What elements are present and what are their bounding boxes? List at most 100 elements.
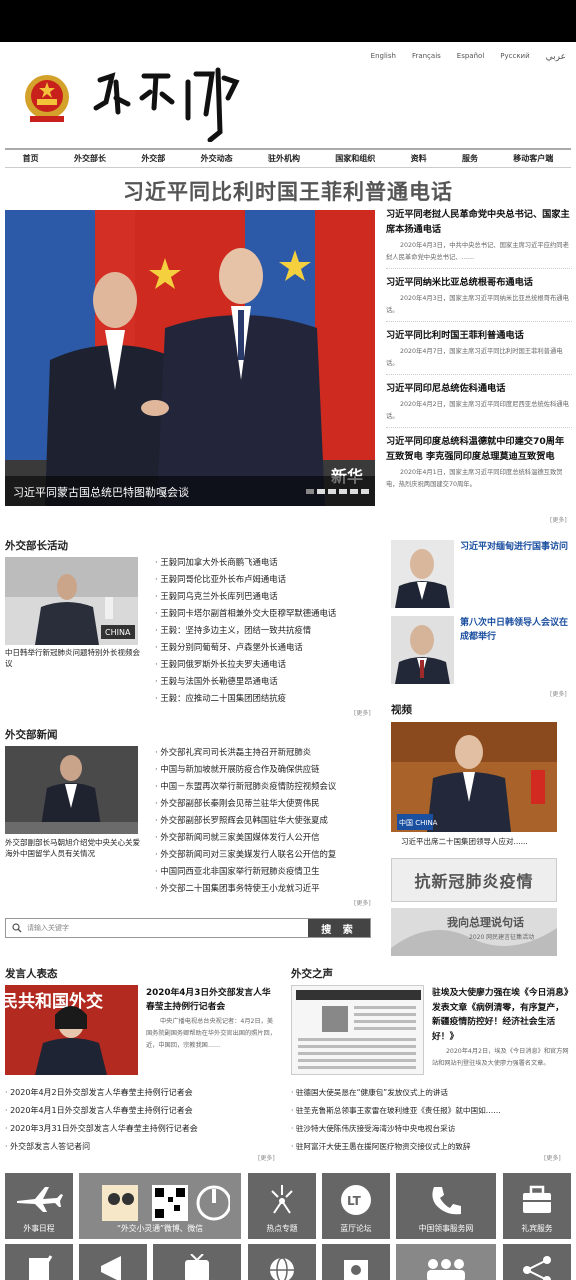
list-item[interactable]: 外交部副部长罗照辉会见韩国驻华大使张夏成: [155, 812, 380, 829]
top-news-item[interactable]: 习近平同纳米比亚总统根哥布通电话 2020年4月3日，国家主席习近平同纳米比亚总…: [386, 275, 572, 322]
features-more-link[interactable]: [更多]: [550, 689, 567, 698]
list-item[interactable]: 2020年4月2日外交部发言人华春莹主持例行记者会: [5, 1084, 275, 1102]
lang-french[interactable]: Français: [412, 52, 441, 62]
tile-hot-topics[interactable]: 热点专题: [248, 1173, 316, 1239]
tile-weibo-wechat[interactable]: “外交小灵通”微博、微信: [79, 1173, 241, 1239]
voice-newspaper-photo[interactable]: [291, 985, 424, 1075]
sparkle-icon: [271, 1185, 293, 1214]
minister-photo[interactable]: CHINA: [5, 557, 138, 645]
list-item[interactable]: 2020年3月31日外交部发言人华春莹主持例行记者会: [5, 1120, 275, 1138]
minister-more-link[interactable]: [更多]: [354, 708, 371, 717]
video-thumbnail[interactable]: 中国 CHINA: [391, 722, 557, 832]
list-item[interactable]: 中国与新加坡就开展防疫合作及确保供应链: [155, 761, 380, 778]
list-item[interactable]: 王毅同哥伦比亚外长布卢姆通电话: [155, 571, 380, 588]
list-item[interactable]: 王毅同加拿大外长商鹏飞通电话: [155, 554, 380, 571]
tile-consular-service[interactable]: 中国领事服务网: [396, 1173, 496, 1239]
premier-banner[interactable]: 我向总理说句话 2020 网民建言征集活动: [391, 908, 557, 956]
list-item[interactable]: 王毅：应推动二十国集团团结抗疫: [155, 690, 380, 707]
list-item[interactable]: 驻沙特大使陈伟庆接受海湾沙特中央电视台采访: [291, 1120, 571, 1138]
feature-photo-myanmar[interactable]: [391, 540, 454, 608]
list-item[interactable]: 王毅同俄罗斯外长拉夫罗夫通电话: [155, 656, 380, 673]
lang-spanish[interactable]: Español: [457, 52, 484, 62]
list-item[interactable]: 外交部新闻司就三家美国媒体发行人公开信: [155, 829, 380, 846]
feature-photo-summit[interactable]: [391, 616, 454, 684]
nav-ministry[interactable]: 外交部: [141, 153, 165, 164]
globe-icon: [270, 1257, 294, 1280]
list-item[interactable]: 王毅同卡塔尔副首相兼外交大臣穆罕默德通电话: [155, 605, 380, 622]
top-news-item[interactable]: 习近平同印度总统科温德就中印建交70周年互致贺电 李克强同印度总理莫迪互致贺电 …: [386, 434, 572, 495]
list-item[interactable]: 驻德国大使吴恳在“健康包”发放仪式上的讲话: [291, 1084, 571, 1102]
spokesperson-feature-title[interactable]: 2020年4月3日外交部发言人华春莹主持例行记者会: [146, 986, 276, 1014]
hero-carousel[interactable]: 新华 习近平同蒙古国总统巴特图勒嘎会谈: [5, 210, 375, 506]
tile-blue-hall-forum[interactable]: LT 蓝厅论坛: [322, 1173, 390, 1239]
headline[interactable]: 习近平同比利时国王菲利普通电话: [0, 176, 576, 206]
feature-link-summit[interactable]: 第八次中日韩领导人会议在成都举行: [460, 616, 572, 644]
top-news-more-link[interactable]: [更多]: [550, 515, 567, 524]
qrcode-icon: [102, 1185, 230, 1221]
ministry-photo-caption[interactable]: 外交部副部长马朝旭介绍党中央关心关爱海外中国留学人员有关情况: [5, 837, 140, 859]
lang-russian[interactable]: Русский: [500, 52, 529, 62]
ministry-more-link[interactable]: [更多]: [354, 898, 371, 907]
tile-globe[interactable]: [248, 1244, 316, 1280]
tile-document[interactable]: [5, 1244, 73, 1280]
list-item[interactable]: 王毅：坚持多边主义，团结一致共抗疫情: [155, 622, 380, 639]
tile-tv[interactable]: [153, 1244, 241, 1280]
nav-resources[interactable]: 资料: [411, 153, 427, 164]
carousel-dots[interactable]: [306, 489, 369, 494]
search-input[interactable]: 请输入关键字: [6, 919, 308, 937]
ministry-section-title[interactable]: 外交部新闻: [5, 727, 58, 742]
nav-activities[interactable]: 外交动态: [201, 153, 233, 164]
voice-feature-title[interactable]: 驻埃及大使廖力强在埃《今日消息》发表文章《病例清零，有序复产，新疆疫情防控好！经…: [432, 986, 570, 1044]
voice-more-link[interactable]: [更多]: [544, 1153, 561, 1162]
top-news-item[interactable]: 习近平同老挝人民革命党中央总书记、国家主席本扬通电话 2020年4月3日，中共中…: [386, 207, 572, 269]
voice-section-title[interactable]: 外交之声: [291, 966, 333, 981]
nav-missions[interactable]: 驻外机构: [268, 153, 300, 164]
nav-countries[interactable]: 国家和组织: [335, 153, 375, 164]
hero-photo: 新华: [5, 210, 375, 506]
nav-services[interactable]: 服务: [462, 153, 478, 164]
search-button[interactable]: 搜 索: [308, 919, 370, 937]
tile-people[interactable]: [396, 1244, 496, 1280]
top-news-item[interactable]: 习近平同比利时国王菲利普通电话 2020年4月7日，国家主席习近平同比利时国王菲…: [386, 328, 572, 375]
list-item[interactable]: 2020年4月1日外交部发言人华春莹主持例行记者会: [5, 1102, 275, 1120]
list-item[interactable]: 王毅与法国外长勒德里昂通电话: [155, 673, 380, 690]
top-news-item[interactable]: 习近平同印尼总统佐科通电话 2020年4月2日，国家主席习近平同印度尼西亚总统佐…: [386, 381, 572, 428]
spokesperson-photo[interactable]: 民共和国外交: [5, 985, 138, 1075]
video-section-title[interactable]: 视频: [391, 702, 412, 717]
tile-foreign-schedule[interactable]: 外事日程: [5, 1173, 73, 1239]
list-item[interactable]: 驻圣克鲁斯总领事王家雷在玻利维亚《责任报》就中国如……: [291, 1102, 571, 1120]
minister-section-title[interactable]: 外交部长活动: [5, 538, 68, 553]
list-item[interactable]: 中国同西亚北非国家举行新冠肺炎疫情卫生: [155, 863, 380, 880]
minister-photo-caption[interactable]: 中日韩举行新冠肺炎问题特别外长视频会议: [5, 647, 140, 669]
nav-home[interactable]: 首页: [23, 153, 39, 164]
ministry-photo[interactable]: [5, 746, 138, 834]
tile-protocol-service[interactable]: 礼宾服务: [503, 1173, 571, 1239]
feature-link-myanmar[interactable]: 习近平对缅甸进行国事访问: [460, 540, 572, 554]
nav-mobile[interactable]: 移动客户端: [513, 153, 553, 164]
list-item[interactable]: 外交部二十国集团事务特使王小龙就习近平: [155, 880, 380, 897]
video-caption[interactable]: 习近平出席二十国集团领导人应对......: [401, 836, 561, 847]
list-item[interactable]: 王毅分别同葡萄牙、卢森堡外长通电话: [155, 639, 380, 656]
list-item[interactable]: 驻阿富汗大使王愚在援阿医疗物资交接仪式上的致辞: [291, 1138, 571, 1156]
voice-news-list: 驻德国大使吴恳在“健康包”发放仪式上的讲话 驻圣克鲁斯总领事王家雷在玻利维亚《责…: [291, 1084, 571, 1156]
ministry-calligraphy-logo[interactable]: [92, 62, 242, 143]
national-emblem-icon[interactable]: [22, 72, 72, 126]
lang-arabic[interactable]: عربي: [546, 52, 566, 62]
list-item[interactable]: 外交部新闻司对三家美媒发行人联名公开信的复: [155, 846, 380, 863]
list-item[interactable]: 外交部副部长秦刚会见蒂兰驻华大使贾伟民: [155, 795, 380, 812]
list-item[interactable]: 外交部发言人答记者问: [5, 1138, 275, 1156]
list-item[interactable]: 外交部礼宾司司长洪磊主持召开新冠肺炎: [155, 744, 380, 761]
spokesperson-more-link[interactable]: [更多]: [258, 1153, 275, 1162]
list-item[interactable]: 中国－东盟再次举行新冠肺炎疫情防控视频会议: [155, 778, 380, 795]
ministry-news-list: 外交部礼宾司司长洪磊主持召开新冠肺炎 中国与新加坡就开展防疫合作及确保供应链 中…: [155, 744, 380, 897]
covid-banner[interactable]: 抗新冠肺炎疫情: [391, 858, 557, 902]
nav-minister[interactable]: 外交部长: [74, 153, 106, 164]
tile-broadcast[interactable]: [79, 1244, 147, 1280]
video-badge: 中国 CHINA: [399, 818, 438, 827]
list-item[interactable]: 王毅同乌克兰外长库列巴通电话: [155, 588, 380, 605]
search-icon: [12, 923, 22, 933]
spokesperson-section-title[interactable]: 发言人表态: [5, 966, 58, 981]
tile-certificate[interactable]: [322, 1244, 390, 1280]
lang-english[interactable]: English: [371, 52, 396, 62]
tile-share[interactable]: [503, 1244, 571, 1280]
